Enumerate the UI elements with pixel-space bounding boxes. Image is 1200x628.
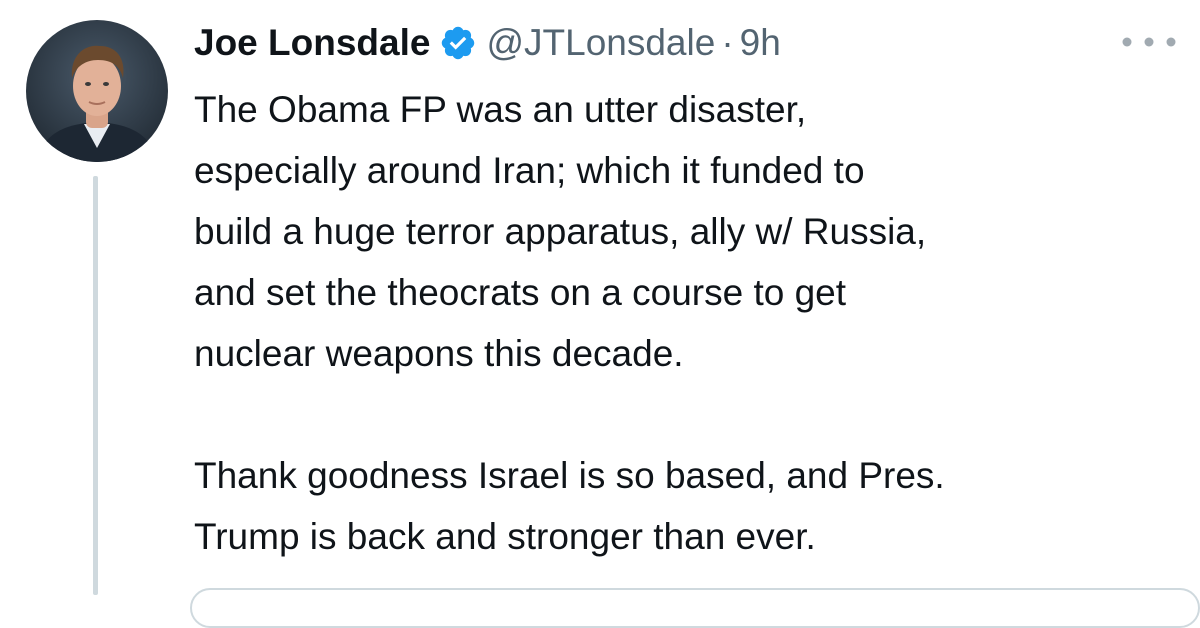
avatar[interactable] [26, 20, 168, 162]
verified-badge-icon[interactable] [439, 24, 477, 62]
avatar-photo [26, 20, 168, 162]
tweet-timestamp[interactable]: 9h [740, 18, 781, 68]
tweet-header: Joe Lonsdale @JTLonsdale · 9h [194, 18, 781, 68]
separator-dot: · [721, 22, 734, 63]
thread-connector-line [93, 176, 98, 595]
more-horizontal-icon[interactable] [1118, 30, 1180, 54]
tweet-paragraph: Thank goodness Israel is so based, and P… [194, 455, 945, 557]
tweet-text: The Obama FP was an utter disaster, espe… [194, 79, 1184, 567]
tweet-paragraph: The Obama FP was an utter disaster, espe… [194, 89, 927, 374]
author-display-name[interactable]: Joe Lonsdale [194, 18, 430, 68]
tweet[interactable]: Joe Lonsdale @JTLonsdale · 9h The Obama … [0, 0, 1200, 628]
embedded-card-edge[interactable] [190, 588, 1200, 628]
author-handle[interactable]: @JTLonsdale [486, 18, 715, 68]
